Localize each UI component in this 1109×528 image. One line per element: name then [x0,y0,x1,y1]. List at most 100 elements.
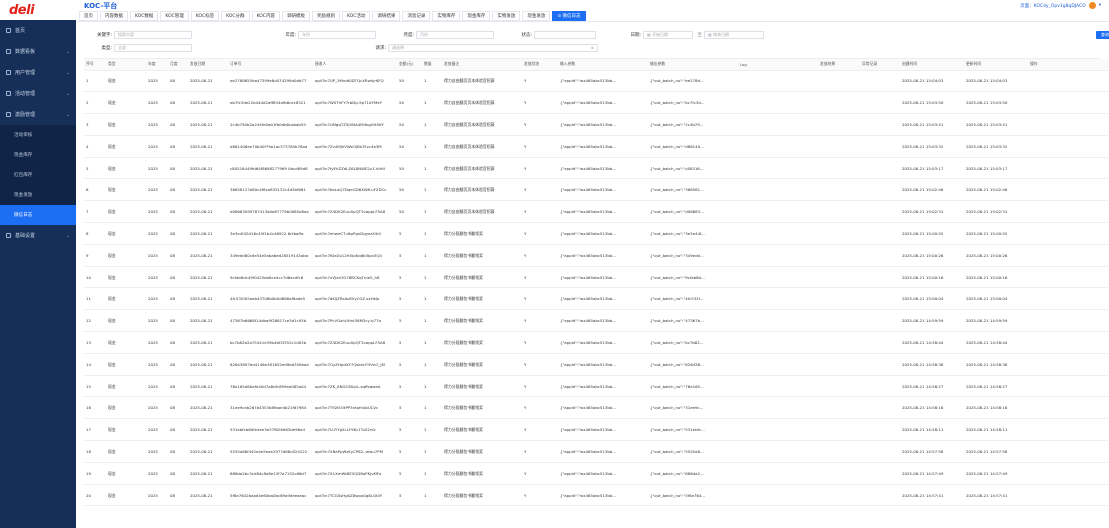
column-header[interactable]: 年度 [146,59,168,71]
column-header[interactable]: 更新时间 [964,59,1028,71]
sidebar-subitem-2[interactable]: 红包库存 [0,165,76,185]
date-end-input[interactable]: ▦ 结束日期 [704,30,764,39]
cell-amount: 50 [397,178,422,202]
tab-3[interactable]: KOC管理 [160,11,189,21]
cell-no: 15 [84,375,106,398]
cell-op [1028,484,1108,507]
tab-11[interactable]: 消息记录 [402,11,431,21]
cell-output: {"out_batch_no":"349edd... [648,244,738,267]
column-header[interactable]: 序号 [84,59,106,71]
logo[interactable]: deli [0,0,76,20]
month-input[interactable]: 月份 [416,30,494,39]
column-header[interactable]: 输入参数 [558,59,648,71]
tab-1[interactable]: 内容数据 [100,11,128,21]
cell-qty: 1 [422,309,442,333]
sidebar-subitem-0[interactable]: 活动审核 [0,125,76,145]
table-row: 9 现金 2025 08 2025-08-21 349edd80cde54e5aba6ed… [84,244,1108,267]
year-input[interactable]: 年份 [298,30,376,39]
column-header[interactable]: 接收人 [313,59,397,71]
column-header[interactable]: 输出参数 [648,59,738,71]
type-select[interactable]: 全部 [114,43,192,52]
tab-0[interactable]: 首页 [79,11,98,21]
cell-updated: 2025-08-21 14:57:49 [964,462,1028,485]
cell-type: 现金 [106,135,146,158]
cell-month: 08 [168,418,188,442]
cell-status: Y [522,353,558,376]
column-header[interactable]: 操作 [1028,59,1108,71]
tab-9[interactable]: KOC活动 [341,11,371,21]
column-header[interactable]: 月度 [168,59,188,71]
column-header[interactable]: 类型 [106,59,146,71]
cell-err [860,309,900,333]
column-header[interactable]: 创建时间 [900,59,964,71]
sidebar: deli 首页 数据看板 ⌄ 用户管理 ⌄ 活动管理 ⌄ 激励管理 ⌄ 活动审核 现金库存 红包库存现… [0,0,76,528]
date-start-text: 开始日期 [652,31,669,37]
header-user[interactable]: 页面：KOCdy_Opv1g8qDJACO ▾ [1020,2,1101,9]
tab-7[interactable]: 调研模板 [281,11,310,21]
request-select[interactable]: 请选择 ⊗ [388,43,598,52]
tab-14[interactable]: 实物发放 [492,11,521,21]
cell-output: {"out_batch_no":"d86140... [648,135,738,158]
top-header: KOC-平台 页面：KOCdy_Opv1g8qDJACO ▾ [76,0,1109,11]
status-select[interactable] [534,30,596,39]
chart-icon [6,49,11,54]
clear-icon[interactable]: ⊗ [591,45,594,50]
cell-err [860,157,900,180]
cell-input: {"appid":"wx465abc513bb... [558,244,648,267]
tab-15[interactable]: 现金发放 [522,11,551,21]
column-header[interactable]: 数量 [422,59,442,71]
tab-4[interactable]: KOC标签 [190,11,220,21]
cell-updated: 2025-08-21 15:00:26 [964,244,1028,267]
cell-result [818,353,860,376]
keyword-input[interactable]: 搜索内容 [114,30,192,39]
column-header[interactable]: Log [738,59,818,71]
sidebar-subitem-4[interactable]: 微信日志 [0,205,76,225]
tab-5[interactable]: KOC分群 [221,11,250,21]
cell-updated: 2025-08-21 15:02:46 [964,178,1028,202]
avatar[interactable] [1088,2,1096,9]
sidebar-item-4[interactable]: 激励管理 ⌄ [0,104,76,125]
column-header[interactable]: 发放结果 [818,59,860,71]
column-header[interactable]: 异常记录 [860,59,900,71]
sidebar-item-1[interactable]: 数据看板 ⌄ [0,41,76,62]
sidebar-item-0[interactable]: 首页 [0,20,76,41]
cell-output: {"out_batch_no":"686da2... [648,462,738,485]
table-row: 18 现金 2025 08 2025-08-21 5555a86f442e4e5eae29… [84,440,1108,463]
cell-date: 2025-08-21 [188,178,228,202]
search-button[interactable]: 查询 [1096,30,1109,39]
tab-13[interactable]: 现金库存 [462,11,491,21]
cell-log [738,375,818,398]
cell-month: 08 [168,484,188,507]
chevron-down-icon[interactable]: ▾ [1099,3,1101,8]
cell-order: 531ebfcb60fe4ee3e37f626d63de96a4 [228,418,313,442]
tab-12[interactable]: 实物库存 [432,11,461,21]
cell-amount: 50 [397,200,422,224]
tab-10[interactable]: 调研结果 [372,11,401,21]
sidebar-item-3[interactable]: 活动管理 ⌄ [0,83,76,104]
cell-type: 现金 [106,484,146,507]
cell-note: 得力分段翻包书翻领奖 [442,440,522,463]
cell-no: 16 [84,396,106,420]
date-start-input[interactable]: ▦ 开始日期 [643,30,693,39]
tab-6[interactable]: KOC内容 [251,11,280,21]
column-header[interactable]: 金额(元) [397,59,422,71]
column-header[interactable]: 发放状态 [522,59,558,71]
sidebar-subitem-3[interactable]: 现金发放 [0,185,76,205]
column-header[interactable]: 发放日期 [188,59,228,71]
cell-order: 5f8e7642baad4e60ba0bc69a9deeaeac [228,484,313,507]
cell-recv: opV5n7ehweCT-dtpPgnDqyeaOh0 [313,222,397,245]
tab-16[interactable]: ⊙ 微信日志 [552,11,586,21]
sidebar-subitem-1[interactable]: 现金库存 [0,145,76,165]
column-header[interactable]: 订单号 [228,59,313,71]
tab-8[interactable]: 奖励规则 [311,11,340,21]
cell-recv: opV5n7TCGSsHgSZ8wpx0g8LQt4Y [313,484,397,507]
column-header[interactable]: 发放备注 [442,59,522,71]
tab-2[interactable]: KOC数据 [130,11,159,21]
cell-qty: 1 [422,91,442,115]
cell-status: Y [522,91,558,115]
sidebar-item-2[interactable]: 用户管理 ⌄ [0,62,76,83]
cell-order: 3e3e4f42d16c45f1b4c46922 6cfbaffa [228,222,313,245]
cell-year: 2025 [146,135,168,158]
month-label: 月度: [403,32,414,38]
sidebar-item-settings[interactable]: 基础设置 ⌄ [0,225,76,246]
